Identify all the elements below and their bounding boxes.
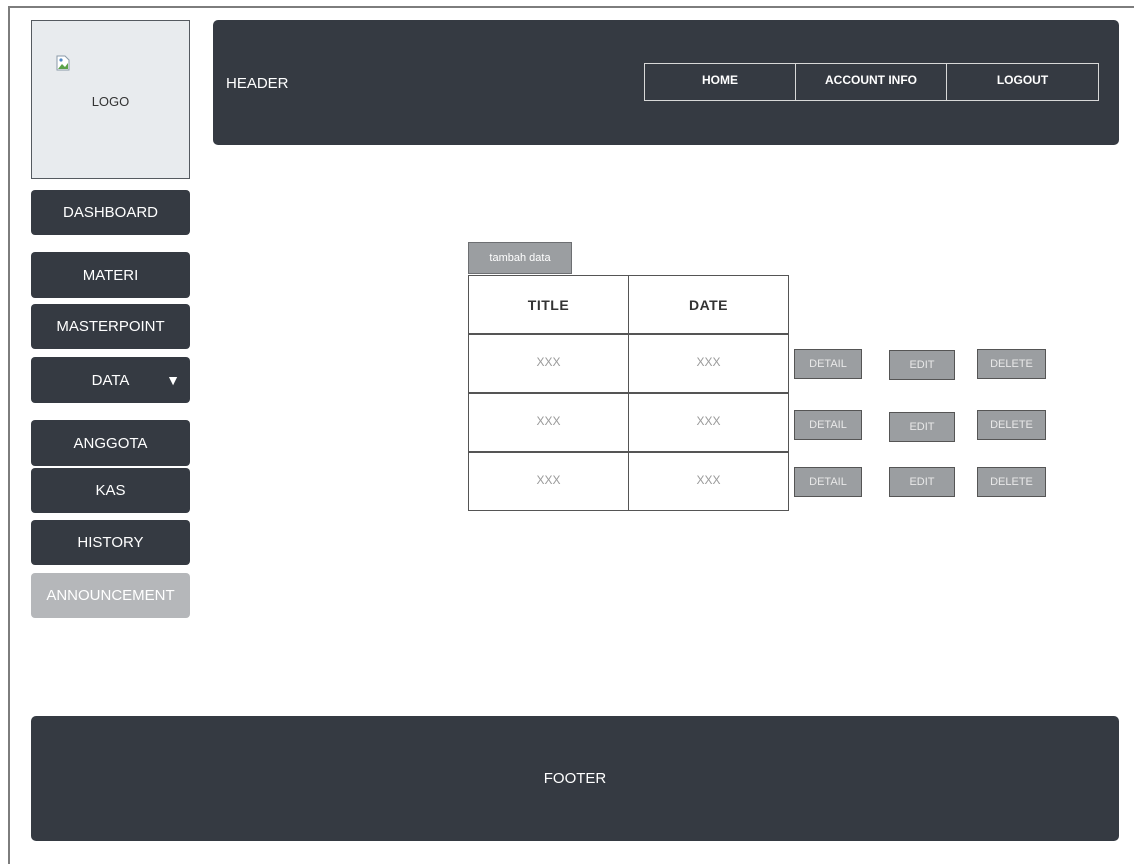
sidebar-item-label: ANNOUNCEMENT [46, 587, 175, 604]
sidebar-item-anggota[interactable]: ANGGOTA [31, 420, 190, 466]
delete-button[interactable]: DELETE [977, 467, 1046, 497]
logo-label: LOGO [91, 94, 130, 109]
column-header-title: TITLE [468, 275, 629, 334]
sidebar-item-masterpoint[interactable]: MASTERPOINT [31, 304, 190, 349]
delete-button[interactable]: DELETE [977, 410, 1046, 440]
table-cell-title: XXX [468, 393, 629, 452]
sidebar-item-data-dropdown[interactable]: DATA ▼ [31, 357, 190, 403]
top-nav: HOME ACCOUNT INFO LOGOUT [644, 63, 1099, 101]
add-data-button[interactable]: tambah data [468, 242, 572, 274]
sidebar-item-history[interactable]: HISTORY [31, 520, 190, 565]
caret-down-icon: ▼ [166, 372, 180, 388]
sidebar-item-label: HISTORY [77, 534, 144, 551]
header-title: HEADER [226, 75, 289, 92]
sidebar-item-announcement[interactable]: ANNOUNCEMENT [31, 573, 190, 618]
column-header-date: DATE [628, 275, 789, 334]
sidebar-item-kas[interactable]: KAS [31, 468, 190, 513]
table-cell-title: XXX [468, 452, 629, 511]
delete-button[interactable]: DELETE [977, 349, 1046, 379]
nav-account-info[interactable]: ACCOUNT INFO [796, 64, 947, 100]
edit-button[interactable]: EDIT [889, 467, 955, 497]
broken-image-icon [56, 55, 70, 71]
sidebar-item-label: DASHBOARD [62, 204, 159, 221]
sidebar-item-label: MATERI [82, 266, 139, 284]
sidebar-item-materi[interactable]: MATERI [31, 252, 190, 298]
sidebar-item-label: MASTERPOINT [56, 318, 165, 335]
table-cell-date: XXX [628, 393, 789, 452]
footer-bar: FOOTER [31, 716, 1119, 841]
detail-button[interactable]: DETAIL [794, 467, 862, 497]
header-bar: HEADER HOME ACCOUNT INFO LOGOUT [213, 20, 1119, 145]
nav-home[interactable]: HOME [645, 64, 796, 100]
nav-logout[interactable]: LOGOUT [947, 64, 1098, 100]
detail-button[interactable]: DETAIL [794, 410, 862, 440]
footer-label: FOOTER [543, 770, 607, 787]
table-cell-title: XXX [468, 334, 629, 393]
logo-placeholder: LOGO [31, 20, 190, 179]
sidebar-item-label: DATA [91, 371, 130, 389]
edit-button[interactable]: EDIT [889, 350, 955, 380]
table-cell-date: XXX [628, 334, 789, 393]
sidebar-item-label: ANGGOTA [73, 434, 148, 452]
sidebar-item-dashboard[interactable]: DASHBOARD [31, 190, 190, 235]
sidebar-item-label: KAS [95, 482, 126, 499]
table-cell-date: XXX [628, 452, 789, 511]
detail-button[interactable]: DETAIL [794, 349, 862, 379]
edit-button[interactable]: EDIT [889, 412, 955, 442]
